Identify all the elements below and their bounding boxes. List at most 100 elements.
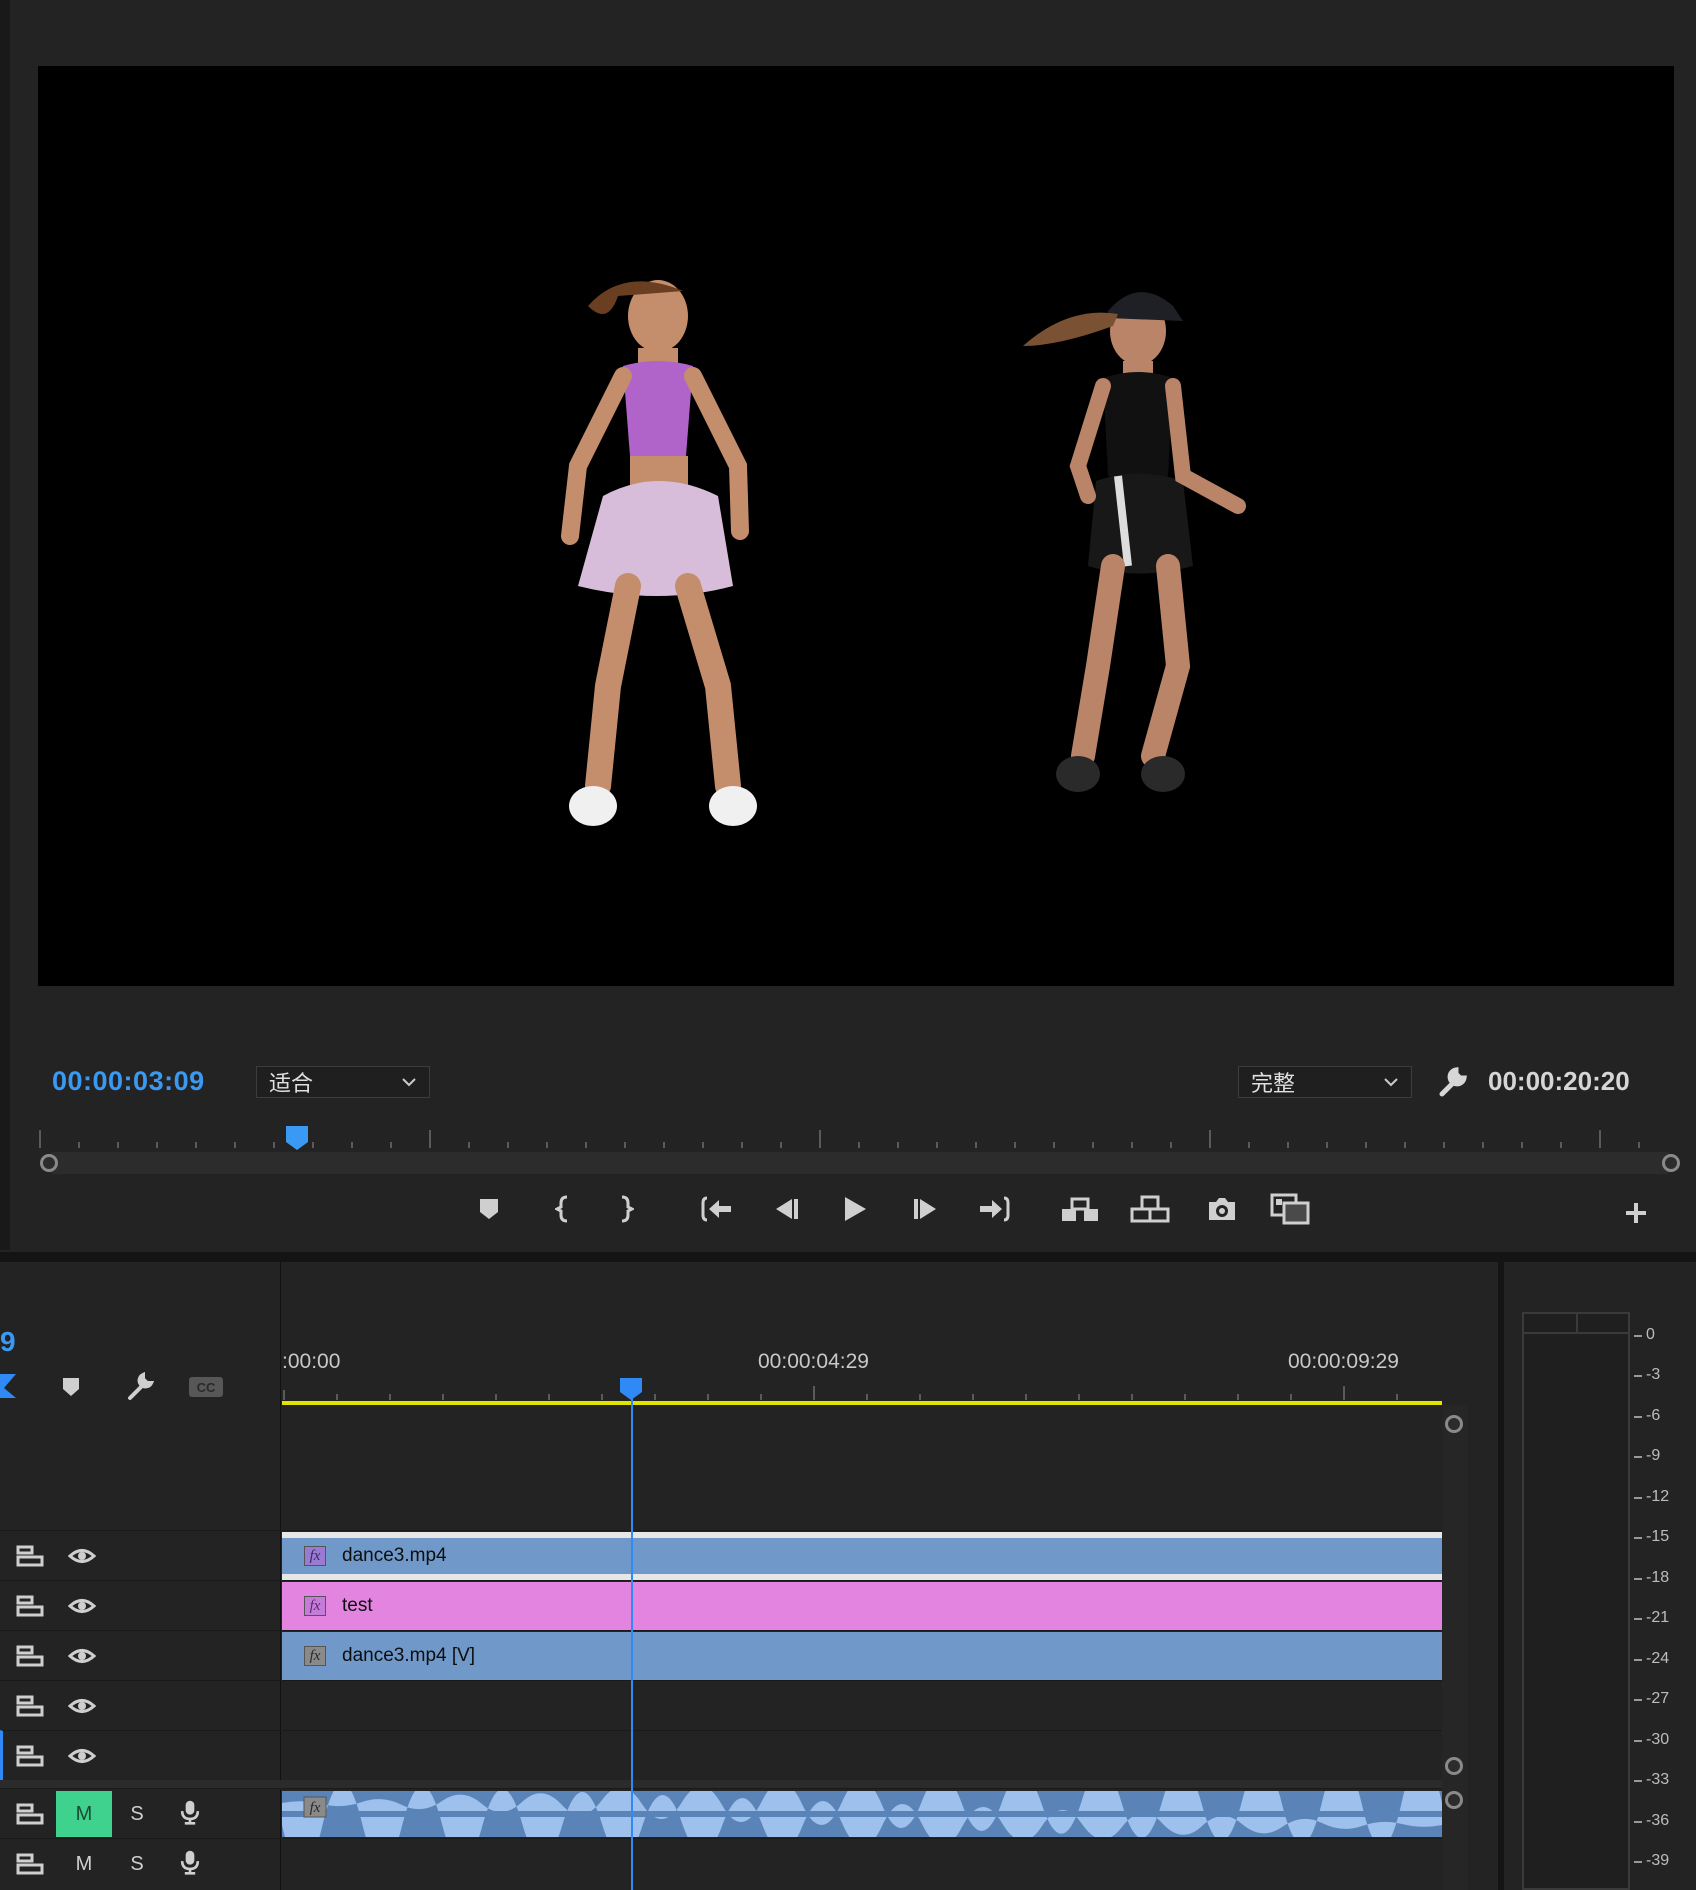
meter-channel-divider: [1576, 1314, 1578, 1332]
lane-v3[interactable]: fx dance3.mp4 [V]: [282, 1630, 1442, 1680]
db-label: -21: [1646, 1609, 1670, 1626]
track-output-icon[interactable]: [16, 1851, 44, 1877]
db-label: -18: [1646, 1569, 1670, 1586]
meter-header-line: [1524, 1332, 1628, 1334]
db-label: -39: [1646, 1852, 1670, 1869]
track-output-icon[interactable]: [16, 1693, 44, 1719]
timeline-ruler[interactable]: :00:00 00:00:04:29 00:00:09:29: [282, 1350, 1442, 1404]
zoom-dropdown[interactable]: 适合: [256, 1066, 430, 1098]
panel-divider[interactable]: [0, 1252, 1696, 1262]
lane-v4[interactable]: fx test: [282, 1580, 1442, 1630]
video-scroll-bottom-handle[interactable]: [1445, 1757, 1463, 1775]
fx-badge-icon: fx: [304, 1646, 326, 1666]
video-scroll-top-handle[interactable]: [1445, 1415, 1463, 1433]
ruler-label-2: 00:00:09:29: [1288, 1350, 1399, 1373]
lane-a2[interactable]: [282, 1838, 1442, 1888]
monitor-zoom-scrollbar[interactable]: [40, 1152, 1680, 1174]
microphone-icon[interactable]: [176, 1799, 204, 1825]
mark-out-icon[interactable]: [606, 1189, 646, 1229]
premiere-window: 00:00:03:09 适合 完整 00:00:20:20 9 CC:00:0…: [0, 0, 1696, 1890]
eye-icon[interactable]: [68, 1743, 96, 1769]
mark-in-icon[interactable]: [543, 1189, 583, 1229]
chevron-down-icon: [402, 1078, 416, 1087]
track-output-icon[interactable]: [16, 1743, 44, 1769]
audio-meter: [1522, 1312, 1630, 1890]
add-marker-icon[interactable]: [60, 1376, 82, 1398]
mute-button-a1[interactable]: M: [56, 1791, 112, 1837]
marker-icon[interactable]: [469, 1189, 509, 1229]
db-label: -15: [1646, 1528, 1670, 1545]
clip-label: test: [342, 1595, 373, 1616]
lane-v5[interactable]: fx dance3.mp4: [282, 1530, 1442, 1580]
timeline-vertical-scrollbar[interactable]: [1442, 1405, 1468, 1890]
track-header-a2: M S: [0, 1838, 281, 1888]
clip-dance3-v[interactable]: fx dance3.mp4 [V]: [282, 1632, 1442, 1680]
insert-icon[interactable]: [1060, 1189, 1100, 1229]
db-label: 0: [1646, 1326, 1655, 1343]
clip-label: dance3.mp4 [V]: [342, 1645, 476, 1666]
chevron-down-icon: [1384, 1078, 1398, 1087]
mute-button-a2[interactable]: M: [56, 1841, 112, 1887]
quality-dropdown-value: 完整: [1251, 1071, 1296, 1096]
step-forward-icon[interactable]: [906, 1189, 946, 1229]
solo-button-a2[interactable]: S: [122, 1841, 152, 1887]
clip-label: dance3.mp4: [342, 1545, 447, 1566]
current-timecode[interactable]: 00:00:03:09: [52, 1066, 205, 1097]
eye-icon[interactable]: [68, 1693, 96, 1719]
audio-scroll-top-handle[interactable]: [1445, 1791, 1463, 1809]
go-to-in-icon[interactable]: [697, 1189, 737, 1229]
sequence-timecode[interactable]: 9: [0, 1326, 16, 1358]
db-label: -12: [1646, 1488, 1670, 1505]
lane-v1[interactable]: [282, 1730, 1442, 1780]
duration-timecode: 00:00:20:20: [1488, 1066, 1630, 1096]
track-output-icon[interactable]: [16, 1593, 44, 1619]
av-separator[interactable]: [0, 1780, 1442, 1788]
step-back-icon[interactable]: [766, 1189, 806, 1229]
wrench-icon[interactable]: [1434, 1066, 1468, 1100]
ruler-label-1: 00:00:04:29: [758, 1350, 869, 1373]
svg-text:fx: fx: [310, 1800, 321, 1816]
quality-dropdown[interactable]: 完整: [1238, 1066, 1412, 1098]
track-output-icon[interactable]: [16, 1643, 44, 1669]
transport-controls: [0, 1185, 1696, 1235]
track-header-v3: [0, 1630, 281, 1680]
track-header-v4: [0, 1580, 281, 1630]
db-label: -30: [1646, 1731, 1670, 1748]
zoom-dropdown-value: 适合: [269, 1071, 314, 1096]
go-to-out-icon[interactable]: [974, 1189, 1014, 1229]
add-button-icon[interactable]: [1616, 1193, 1656, 1233]
track-output-icon[interactable]: [16, 1801, 44, 1827]
track-header-v1: [0, 1730, 281, 1780]
video-preview[interactable]: [38, 66, 1674, 986]
monitor-time-ruler[interactable]: [38, 1126, 1648, 1152]
microphone-icon[interactable]: [176, 1849, 204, 1875]
lane-a1[interactable]: fx: [282, 1788, 1442, 1838]
eye-icon[interactable]: [68, 1593, 96, 1619]
db-label: -6: [1646, 1407, 1661, 1424]
db-label: -3: [1646, 1366, 1661, 1383]
audio-waveform-clip[interactable]: fx: [282, 1791, 1442, 1837]
track-output-icon[interactable]: [16, 1543, 44, 1569]
comparison-view-icon[interactable]: [1270, 1189, 1310, 1229]
overwrite-icon[interactable]: [1130, 1189, 1170, 1229]
captions-icon[interactable]: CC: [188, 1376, 224, 1398]
play-icon[interactable]: [835, 1189, 875, 1229]
lane-v2[interactable]: [282, 1680, 1442, 1730]
timeline-playhead-line[interactable]: [631, 1386, 633, 1890]
dancer-right-image: [1023, 292, 1246, 792]
eye-icon[interactable]: [68, 1643, 96, 1669]
timeline-settings-wrench-icon[interactable]: [124, 1372, 154, 1402]
clip-test[interactable]: fx test: [282, 1582, 1442, 1630]
monitor-playhead-icon: [286, 1126, 308, 1150]
track-header-v2: [0, 1680, 281, 1730]
snap-icon[interactable]: [0, 1372, 20, 1400]
clip-dance3[interactable]: fx dance3.mp4: [282, 1532, 1442, 1580]
scroll-start-handle[interactable]: [40, 1154, 58, 1172]
solo-button-a1[interactable]: S: [122, 1791, 152, 1837]
track-header-a1: M S: [0, 1788, 281, 1838]
fx-badge-icon: fx: [304, 1546, 326, 1566]
svg-text:CC: CC: [197, 1380, 216, 1395]
scroll-end-handle[interactable]: [1662, 1154, 1680, 1172]
export-frame-icon[interactable]: [1202, 1189, 1242, 1229]
eye-icon[interactable]: [68, 1543, 96, 1569]
